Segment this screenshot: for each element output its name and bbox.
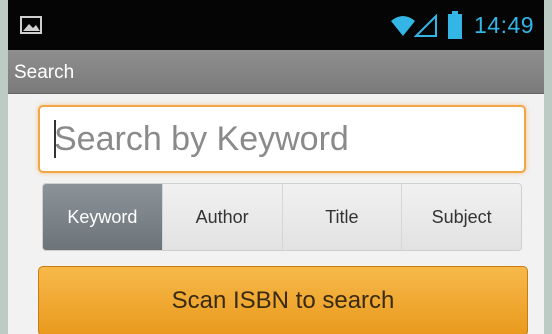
page-title: Search [14,62,75,83]
wifi-icon [391,16,415,36]
phone-screen: 14:49 Search Keyword Author Title Subjec… [8,0,544,334]
signal-icon [414,14,437,37]
action-bar: Search [8,50,544,94]
image-notification-icon [20,16,42,34]
search-input[interactable] [38,105,526,173]
battery-icon [448,11,462,39]
status-bar: 14:49 [8,0,544,50]
tab-author[interactable]: Author [161,184,282,250]
search-type-selector: Keyword Author Title Subject [42,183,522,251]
search-content: Keyword Author Title Subject Scan ISBN t… [8,94,544,334]
text-caret [54,120,56,158]
tab-keyword[interactable]: Keyword [43,184,162,250]
scan-isbn-button[interactable]: Scan ISBN to search [38,266,528,334]
tab-subject[interactable]: Subject [401,184,521,250]
tab-title[interactable]: Title [281,184,402,250]
status-clock: 14:49 [474,12,535,38]
